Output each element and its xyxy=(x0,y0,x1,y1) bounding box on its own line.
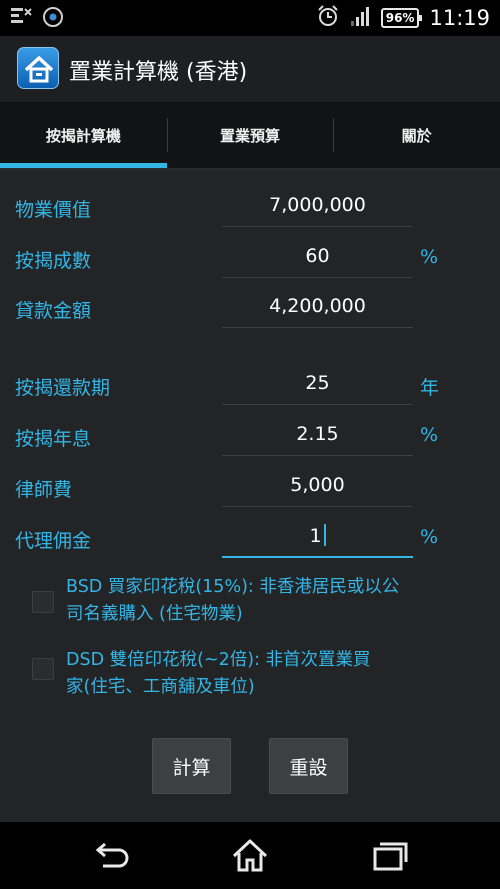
legal-fee-row: 律師費 5,000 xyxy=(0,463,500,513)
repayment-period-input[interactable]: 25 xyxy=(222,367,413,405)
battery-percent: 96% xyxy=(385,11,415,25)
text-cursor xyxy=(323,524,326,546)
dsd-label: DSD 雙倍印花稅(~2倍): 非首次置業買 家(住宅、工商舖及車位) xyxy=(66,647,481,701)
tab-label: 關於 xyxy=(401,126,432,145)
calculate-button[interactable]: 計算 xyxy=(152,738,231,794)
navigation-bar xyxy=(0,822,500,889)
status-time: 11:19 xyxy=(429,6,490,30)
loan-amount-row: 貸款金額 4,200,000 xyxy=(0,284,500,334)
legal-fee-input[interactable]: 5,000 xyxy=(222,469,413,507)
bsd-label-line2: 司名義購入 (住宅物業) xyxy=(66,604,243,624)
tab-label: 按揭計算機 xyxy=(45,126,121,145)
repayment-period-row: 按揭還款期 25 年 xyxy=(0,361,500,411)
bsd-label-line1: BSD 買家印花稅(15%): 非香港居民或以公 xyxy=(66,577,400,597)
tab-about[interactable]: 關於 xyxy=(333,102,500,168)
property-value-label: 物業價值 xyxy=(15,199,92,221)
repayment-period-unit: 年 xyxy=(420,377,440,399)
reset-button[interactable]: 重設 xyxy=(269,738,348,794)
mortgage-ratio-unit: % xyxy=(420,246,439,268)
mortgage-ratio-row: 按揭成數 60 % xyxy=(0,234,500,284)
signal-icon xyxy=(349,5,371,31)
tab-label: 置業預算 xyxy=(220,126,281,145)
dsd-label-line1: DSD 雙倍印花稅(~2倍): 非首次置業買 xyxy=(66,650,371,670)
back-icon[interactable] xyxy=(89,836,133,874)
action-bar: 置業計算機 (香港) xyxy=(0,36,500,102)
interest-rate-unit: % xyxy=(420,424,439,446)
dsd-label-line2: 家(住宅、工商舖及車位) xyxy=(66,677,255,697)
recent-apps-icon[interactable] xyxy=(367,836,411,874)
interest-rate-label: 按揭年息 xyxy=(15,428,92,450)
app-title: 置業計算機 (香港) xyxy=(69,60,248,85)
interest-rate-row: 按揭年息 2.15 % xyxy=(0,412,500,462)
agent-commission-label: 代理佣金 xyxy=(15,530,92,552)
property-value-row: 物業價值 7,000,000 xyxy=(0,183,500,233)
home-icon[interactable] xyxy=(228,836,272,874)
interest-rate-input[interactable]: 2.15 xyxy=(222,418,413,456)
mortgage-ratio-input[interactable]: 60 xyxy=(222,240,413,278)
house-icon[interactable] xyxy=(17,47,59,89)
legal-fee-label: 律師費 xyxy=(15,479,73,501)
notification-icon xyxy=(10,6,32,32)
agent-commission-row: 代理佣金 1 % xyxy=(0,514,500,564)
sync-icon xyxy=(42,6,64,32)
tab-purchase-budget[interactable]: 置業預算 xyxy=(166,102,334,168)
agent-commission-input[interactable]: 1 xyxy=(222,520,413,558)
alarm-clock-icon xyxy=(317,5,339,31)
mortgage-ratio-label: 按揭成數 xyxy=(15,250,92,272)
agent-commission-value: 1 xyxy=(309,525,322,547)
loan-amount-input[interactable]: 4,200,000 xyxy=(222,290,413,328)
bsd-label: BSD 買家印花稅(15%): 非香港居民或以公 司名義購入 (住宅物業) xyxy=(66,574,481,628)
battery-icon: 96% xyxy=(380,8,423,28)
tab-bar: 按揭計算機 置業預算 關於 xyxy=(0,102,500,168)
mortgage-form: 物業價值 7,000,000 按揭成數 60 % 貸款金額 4,200,000 … xyxy=(0,170,500,822)
status-bar: 96% 11:19 xyxy=(0,0,500,36)
property-value-input[interactable]: 7,000,000 xyxy=(222,189,413,227)
tab-mortgage-calculator[interactable]: 按揭計算機 xyxy=(0,102,167,168)
bsd-checkbox[interactable] xyxy=(32,591,54,613)
dsd-checkbox[interactable] xyxy=(32,658,54,680)
agent-commission-unit: % xyxy=(420,526,439,548)
repayment-period-label: 按揭還款期 xyxy=(15,377,111,399)
loan-amount-label: 貸款金額 xyxy=(15,300,92,322)
